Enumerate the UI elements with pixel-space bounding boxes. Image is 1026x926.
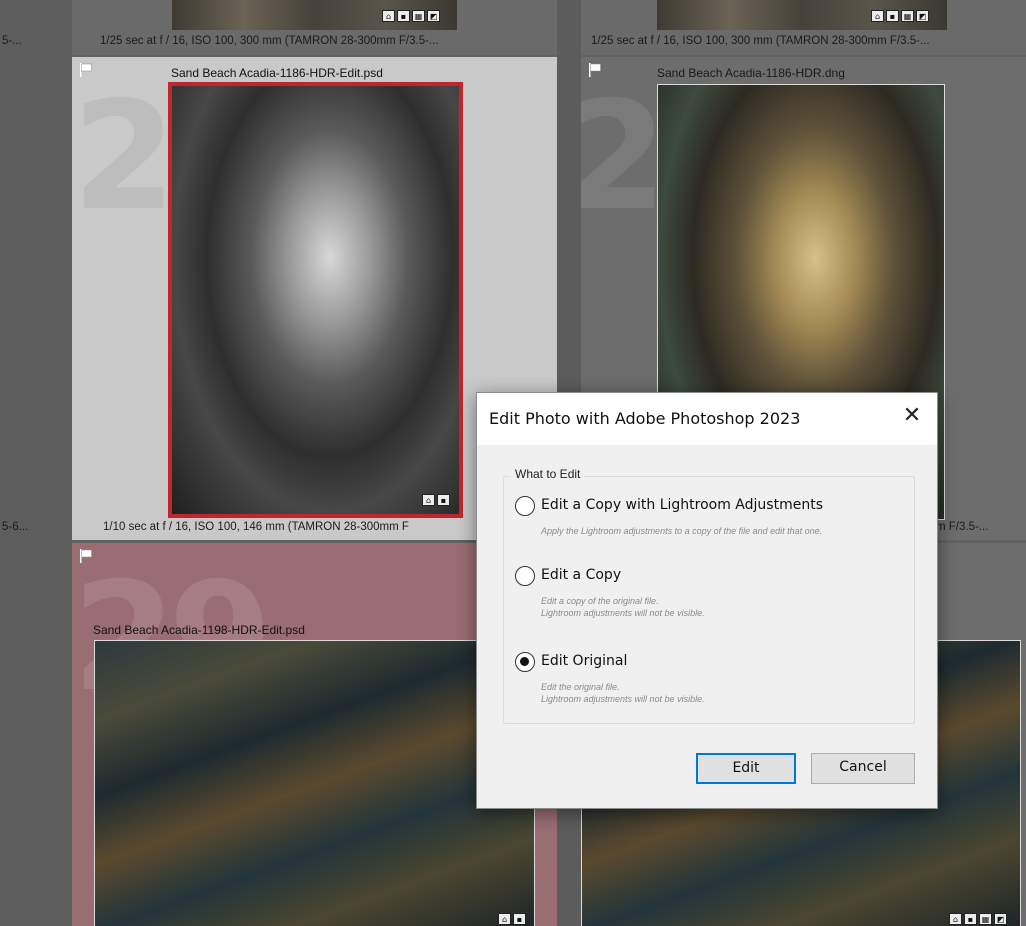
comment-badge-icon: ▪ <box>437 494 450 506</box>
photo-caption: m F/3.5-... <box>936 521 989 533</box>
what-to-edit-label: What to Edit <box>511 467 585 481</box>
comment-badge-icon: ▪ <box>886 10 899 22</box>
option-description: Apply the Lightroom adjustments to a cop… <box>541 526 823 536</box>
keyword-badge-icon: ⌂ <box>382 10 395 22</box>
keyword-badge-icon: ⌂ <box>422 494 435 506</box>
dialog-title: Edit Photo with Adobe Photoshop 2023 <box>489 409 801 428</box>
photo-filename: Sand Beach Acadia-1186-HDR.dng <box>657 66 845 80</box>
option-label[interactable]: Edit a Copy <box>541 567 621 583</box>
adjust-badge-icon: ◩ <box>994 913 1007 925</box>
bw-driftwood-image <box>172 86 459 514</box>
badge-strip: ⌂ ▪ ▦ ◩ <box>949 913 1007 925</box>
option-label[interactable]: Edit a Copy with Lightroom Adjustments <box>541 497 823 513</box>
flag-icon[interactable] <box>589 63 601 77</box>
grid-cell-prev-left[interactable]: ⌂ ▪ ▦ ◩ 1/25 sec at f / 16, ISO 100, 300… <box>72 0 557 55</box>
flag-icon[interactable] <box>80 63 92 77</box>
photo-thumbnail[interactable] <box>94 640 535 926</box>
crop-badge-icon: ▦ <box>979 913 992 925</box>
keyword-badge-icon: ⌂ <box>949 913 962 925</box>
crop-badge-icon: ▦ <box>412 10 425 22</box>
edit-button[interactable]: Edit <box>696 753 796 784</box>
option-description: Edit a copy of the original file. <box>541 596 659 606</box>
comment-badge-icon: ▪ <box>964 913 977 925</box>
crop-badge-icon: ▦ <box>901 10 914 22</box>
adjust-badge-icon: ◩ <box>916 10 929 22</box>
close-icon[interactable]: ✕ <box>901 405 923 427</box>
photo-caption: 1/25 sec at f / 16, ISO 100, 300 mm (TAM… <box>591 35 930 47</box>
photo-filename: Sand Beach Acadia-1186-HDR-Edit.psd <box>171 66 383 80</box>
grid-cell-prev-right[interactable]: ⌂ ▪ ▦ ◩ 1/25 sec at f / 16, ISO 100, 300… <box>581 0 1026 55</box>
partial-caption: 5-... <box>2 35 22 47</box>
edit-photo-dialog: Edit Photo with Adobe Photoshop 2023 ✕ W… <box>476 392 938 809</box>
radio-button[interactable] <box>515 566 535 586</box>
comment-badge-icon: ▪ <box>397 10 410 22</box>
keyword-badge-icon: ⌂ <box>871 10 884 22</box>
option-description: Lightroom adjustments will not be visibl… <box>541 608 705 618</box>
badge-strip: ⌂ ▪ <box>498 913 526 925</box>
rocks-image <box>95 641 534 926</box>
photo-caption: 1/10 sec at f / 16, ISO 100, 146 mm (TAM… <box>103 521 409 533</box>
option-description: Edit the original file. <box>541 682 620 692</box>
option-description: Lightroom adjustments will not be visibl… <box>541 694 705 704</box>
cancel-button[interactable]: Cancel <box>811 753 915 784</box>
radio-button[interactable] <box>515 496 535 516</box>
partial-caption: 5-6... <box>2 521 29 533</box>
badge-strip: ⌂ ▪ ▦ ◩ <box>871 10 929 22</box>
keyword-badge-icon: ⌂ <box>498 913 511 925</box>
photo-filename: Sand Beach Acadia-1198-HDR-Edit.psd <box>93 623 305 637</box>
dialog-titlebar[interactable]: Edit Photo with Adobe Photoshop 2023 ✕ <box>477 393 937 445</box>
photo-thumbnail[interactable] <box>168 82 463 518</box>
badge-strip: ⌂ ▪ ▦ ◩ <box>382 10 440 22</box>
photo-caption: 1/25 sec at f / 16, ISO 100, 300 mm (TAM… <box>100 35 439 47</box>
left-gutter <box>0 0 72 926</box>
flag-icon[interactable] <box>80 549 92 563</box>
comment-badge-icon: ▪ <box>513 913 526 925</box>
radio-button-checked[interactable] <box>515 652 535 672</box>
option-label[interactable]: Edit Original <box>541 653 627 669</box>
badge-strip: ⌂ ▪ <box>422 494 450 506</box>
adjust-badge-icon: ◩ <box>427 10 440 22</box>
